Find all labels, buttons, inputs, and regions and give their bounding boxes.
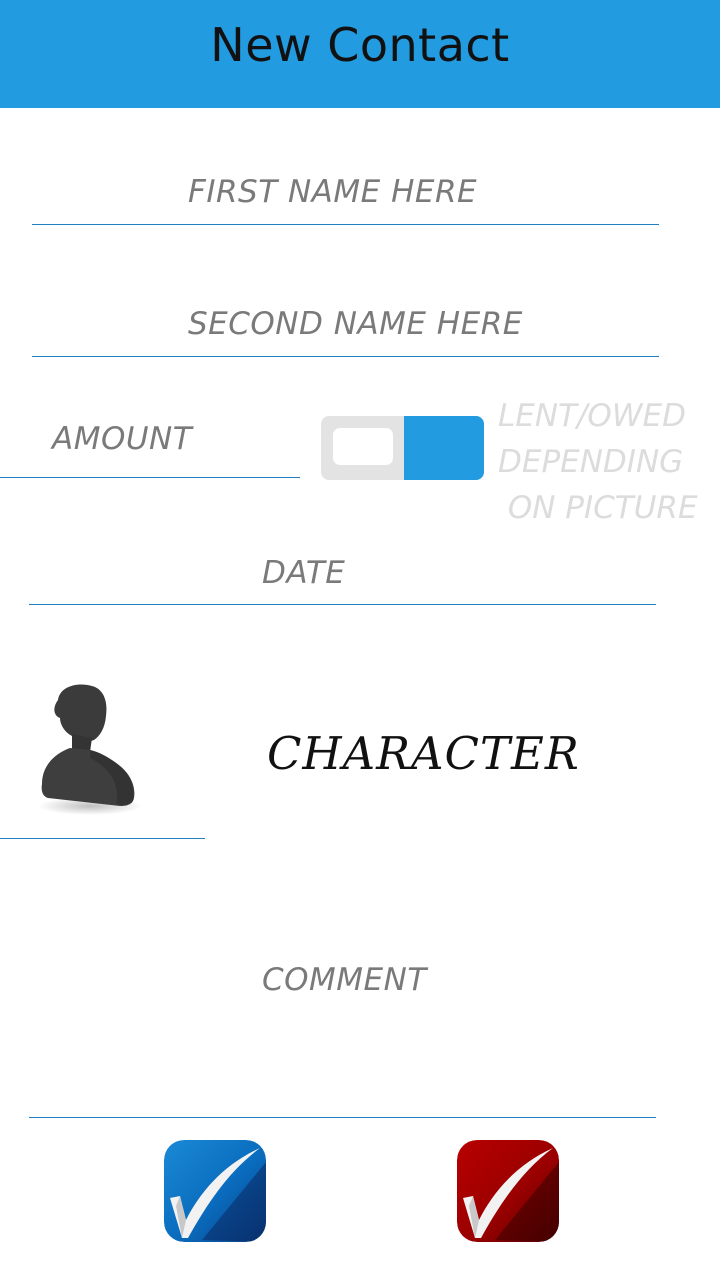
- checkmark-icon: [457, 1140, 559, 1242]
- lent-owed-toggle[interactable]: [321, 416, 484, 480]
- page-title: New Contact: [210, 18, 510, 72]
- cancel-button[interactable]: [457, 1140, 559, 1242]
- character-label: CHARACTER: [267, 727, 580, 780]
- toggle-knob: [333, 428, 393, 465]
- new-contact-screen: New Contact FIRST NAME HERE SECOND NAME …: [0, 0, 720, 1280]
- second-name-placeholder: SECOND NAME HERE: [188, 306, 523, 342]
- comment-field[interactable]: [29, 900, 656, 1118]
- toggle-hint-text: LENT/OWED DEPENDING ON PICTURE: [498, 398, 698, 526]
- save-button[interactable]: [164, 1140, 266, 1242]
- toggle-active-segment: [404, 416, 484, 480]
- amount-placeholder: AMOUNT: [52, 421, 193, 457]
- first-name-placeholder: FIRST NAME HERE: [188, 174, 478, 210]
- avatar-underline: [0, 830, 205, 839]
- checkmark-icon: [164, 1140, 266, 1242]
- date-placeholder: DATE: [262, 555, 346, 591]
- comment-placeholder: COMMENT: [262, 962, 427, 998]
- app-header: New Contact: [0, 0, 720, 108]
- person-silhouette-icon[interactable]: [30, 678, 145, 818]
